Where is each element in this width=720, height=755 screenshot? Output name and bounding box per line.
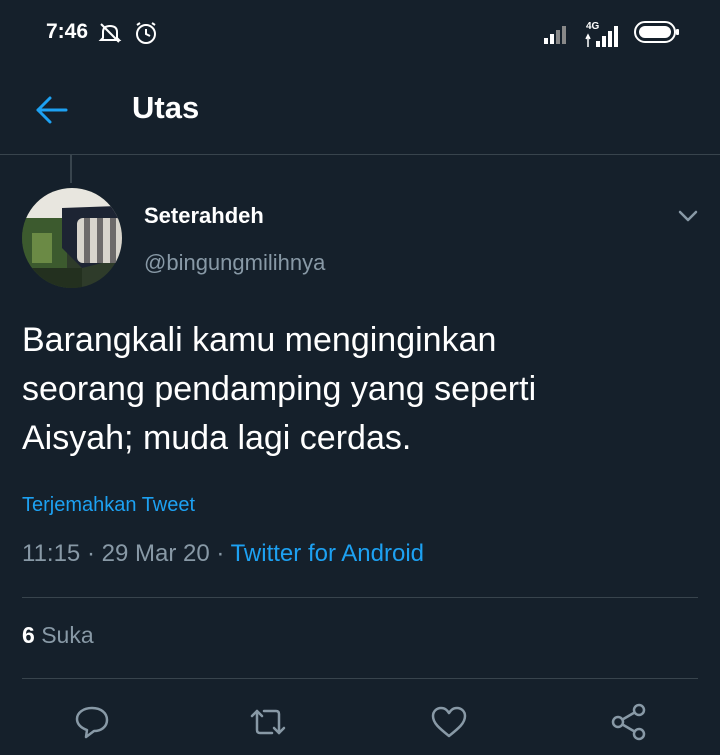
like-button[interactable] [427, 700, 471, 744]
notifications-off-icon [97, 20, 123, 51]
status-time: 7:46 [46, 20, 89, 43]
retweet-icon [250, 709, 286, 735]
status-icons-right: 4G [544, 20, 680, 49]
alarm-icon [133, 20, 159, 51]
tweet-time: 11:15 [22, 540, 81, 567]
likes-count: 6 [22, 622, 35, 648]
back-button[interactable] [30, 88, 74, 132]
back-arrow-icon [36, 96, 68, 124]
heart-icon [431, 706, 467, 738]
likes-stat[interactable]: 6 Suka [22, 622, 94, 649]
tweet-text-line: Barangkali kamu menginginkan [22, 321, 497, 359]
tweet-source-link[interactable]: Twitter for Android [231, 540, 424, 567]
page-title: Utas [132, 90, 200, 125]
tweet-meta: 11:15 · 29 Mar 20 · Twitter for Android [22, 540, 424, 568]
reply-icon [75, 706, 109, 739]
user-handle[interactable]: @bingungmilihnya [144, 250, 325, 276]
tweet-date: 29 Mar 20 [101, 540, 210, 567]
tweet-text: Barangkali kamu menginginkan seorang pen… [22, 316, 702, 463]
thread-connector-line [70, 155, 72, 183]
tweet-menu-button[interactable] [676, 204, 700, 228]
share-icon [611, 703, 646, 741]
meta-separator: · [86, 540, 95, 567]
battery-icon [634, 20, 680, 49]
status-icons-left [97, 20, 159, 51]
divider [22, 597, 698, 598]
translate-tweet-link[interactable]: Terjemahkan Tweet [22, 494, 195, 517]
divider [22, 678, 698, 679]
signal-icon [544, 22, 572, 49]
meta-separator: · [216, 540, 225, 567]
network-signal-icon: 4G [584, 21, 622, 49]
chevron-down-icon [678, 210, 698, 222]
retweet-button[interactable] [246, 700, 290, 744]
reply-button[interactable] [70, 700, 114, 744]
tweet-text-line: seorang pendamping yang seperti [22, 370, 537, 408]
share-button[interactable] [607, 700, 651, 744]
status-bar: 7:46 4G [0, 0, 720, 66]
tweet-text-line: Aisyah; muda lagi cerdas. [22, 419, 412, 457]
display-name[interactable]: Seterahdeh [144, 203, 264, 229]
likes-label: Suka [41, 622, 94, 648]
avatar[interactable] [22, 188, 122, 288]
top-nav-bar: Utas [0, 66, 720, 155]
